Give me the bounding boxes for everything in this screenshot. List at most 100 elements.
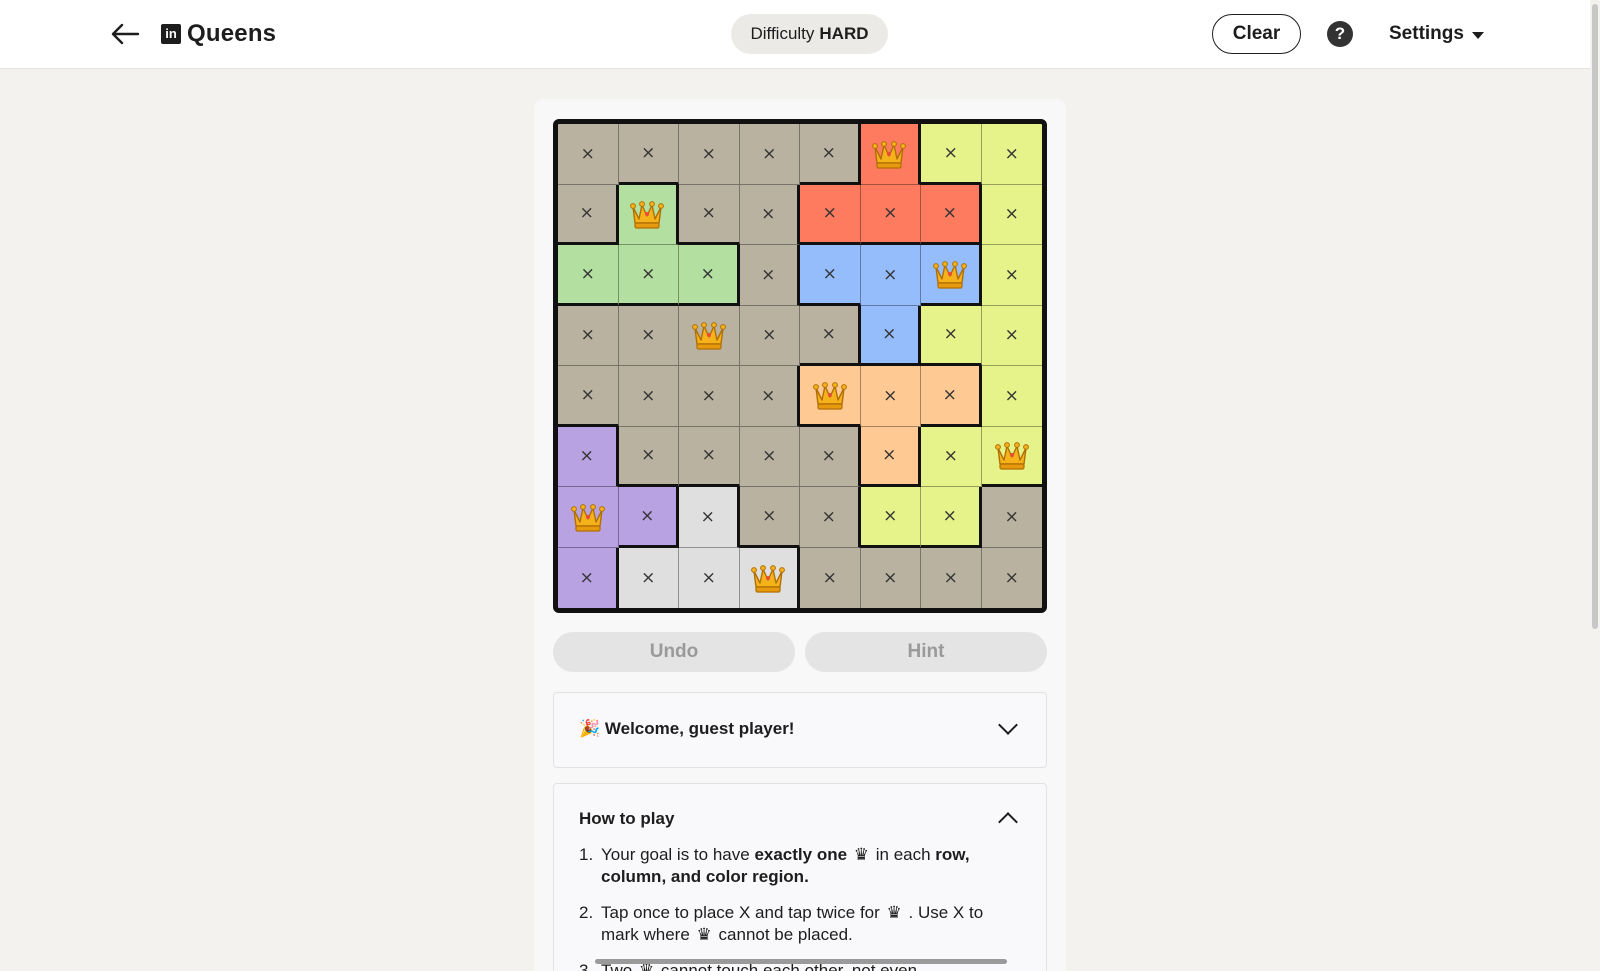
board-cell-r8-c3[interactable]: ×: [679, 547, 740, 608]
board-cell-r3-c2[interactable]: ×: [618, 245, 679, 306]
rules-list: 1. Your goal is to have exactly one ♛ in…: [579, 844, 1006, 971]
how-to-play-card: How to play 1. Your goal is to have exac…: [553, 783, 1047, 971]
board-cell-r6-c5[interactable]: ×: [800, 426, 861, 487]
board-cell-r5-c5[interactable]: [800, 366, 861, 427]
board-cell-r1-c7[interactable]: ×: [921, 124, 982, 185]
board-cell-r5-c4[interactable]: ×: [739, 366, 800, 427]
x-mark: ×: [641, 385, 656, 406]
clear-button[interactable]: Clear: [1212, 14, 1301, 54]
board-cell-r3-c3[interactable]: ×: [679, 245, 740, 306]
crown-icon: [932, 260, 967, 289]
page-scrollbar[interactable]: [1590, 0, 1600, 971]
welcome-title: 🎉 Welcome, guest player!: [579, 719, 795, 738]
board-cell-r4-c5[interactable]: ×: [800, 305, 861, 366]
back-button[interactable]: [108, 18, 142, 50]
board-cell-r5-c3[interactable]: ×: [679, 366, 740, 427]
action-bar: Undo Hint: [553, 632, 1047, 672]
board-cell-r4-c3[interactable]: [679, 305, 740, 366]
scrollbar-thumb[interactable]: [1592, 4, 1598, 629]
board-cell-r8-c1[interactable]: ×: [558, 547, 619, 608]
board-cell-r2-c7[interactable]: ×: [921, 184, 982, 245]
board-cell-r1-c3[interactable]: ×: [679, 124, 740, 185]
board-cell-r1-c8[interactable]: ×: [981, 124, 1042, 185]
board-cell-r5-c2[interactable]: ×: [618, 366, 679, 427]
board-cell-r1-c6[interactable]: [860, 124, 921, 185]
board-cell-r7-c2[interactable]: ×: [618, 487, 679, 548]
top-bar: in Queens Difficulty HARD Clear ? Settin…: [0, 0, 1600, 69]
board-cell-r2-c3[interactable]: ×: [679, 184, 740, 245]
board-cell-r6-c7[interactable]: ×: [921, 426, 982, 487]
board-cell-r7-c1[interactable]: [558, 487, 619, 548]
board-cell-r2-c6[interactable]: ×: [860, 184, 921, 245]
board-cell-r4-c2[interactable]: ×: [618, 305, 679, 366]
board-cell-r4-c1[interactable]: ×: [558, 305, 619, 366]
board-cell-r5-c7[interactable]: ×: [921, 366, 982, 427]
board-cell-r4-c8[interactable]: ×: [981, 305, 1042, 366]
board-cell-r5-c6[interactable]: ×: [860, 366, 921, 427]
board-cell-r2-c1[interactable]: ×: [558, 184, 619, 245]
board-cell-r6-c8[interactable]: [981, 426, 1042, 487]
board-cell-r7-c7[interactable]: ×: [921, 487, 982, 548]
question-circle-icon[interactable]: ?: [1327, 21, 1353, 47]
rule-item: 2. Tap once to place X and tap twice for…: [579, 903, 984, 945]
board-cell-r1-c4[interactable]: ×: [739, 124, 800, 185]
board-cell-r2-c2[interactable]: [618, 184, 679, 245]
board-cell-r1-c1[interactable]: ×: [558, 124, 619, 185]
board-cell-r8-c8[interactable]: ×: [981, 547, 1042, 608]
board-cell-r5-c8[interactable]: ×: [981, 366, 1042, 427]
x-mark: ×: [762, 325, 777, 346]
board-cell-r6-c4[interactable]: ×: [739, 426, 800, 487]
board-cell-r7-c5[interactable]: ×: [800, 487, 861, 548]
undo-button[interactable]: Undo: [553, 632, 795, 672]
x-mark: ×: [1004, 143, 1019, 164]
board-cell-r1-c2[interactable]: ×: [618, 124, 679, 185]
board-cell-r8-c6[interactable]: ×: [860, 547, 921, 608]
board-cell-r3-c7[interactable]: [921, 245, 982, 306]
board-cell-r7-c8[interactable]: ×: [981, 487, 1042, 548]
x-mark: ×: [883, 567, 898, 588]
linkedin-logo-icon: in: [161, 24, 181, 44]
board-cell-r6-c1[interactable]: ×: [558, 426, 619, 487]
x-mark: ×: [942, 203, 957, 224]
board-cell-r4-c7[interactable]: ×: [921, 305, 982, 366]
board-cell-r8-c5[interactable]: ×: [800, 547, 861, 608]
queen-icon: ♛: [853, 845, 870, 865]
board-cell-r2-c4[interactable]: ×: [739, 184, 800, 245]
x-mark: ×: [579, 203, 594, 224]
board-cell-r7-c4[interactable]: ×: [739, 487, 800, 548]
board-cell-r3-c8[interactable]: ×: [981, 245, 1042, 306]
horizontal-scrollbar[interactable]: [595, 959, 1007, 964]
hint-button[interactable]: Hint: [805, 632, 1047, 672]
board-cell-r6-c2[interactable]: ×: [618, 426, 679, 487]
board-cell-r4-c6[interactable]: ×: [860, 305, 921, 366]
board-cell-r4-c4[interactable]: ×: [739, 305, 800, 366]
board-cell-r3-c5[interactable]: ×: [800, 245, 861, 306]
welcome-header[interactable]: 🎉 Welcome, guest player!: [579, 715, 1021, 739]
x-mark: ×: [1004, 325, 1019, 346]
board-cell-r6-c3[interactable]: ×: [679, 426, 740, 487]
board-cell-r3-c6[interactable]: ×: [860, 245, 921, 306]
board-cell-r2-c5[interactable]: ×: [800, 184, 861, 245]
x-mark: ×: [1004, 264, 1019, 285]
board-cell-r3-c4[interactable]: ×: [739, 245, 800, 306]
board-cell-r2-c8[interactable]: ×: [981, 184, 1042, 245]
board-cell-r3-c1[interactable]: ×: [558, 245, 619, 306]
x-mark: ×: [883, 505, 898, 526]
board-cell-r7-c3[interactable]: ×: [679, 487, 740, 548]
x-mark: ×: [883, 203, 898, 224]
board-cell-r8-c7[interactable]: ×: [921, 547, 982, 608]
x-mark: ×: [701, 445, 716, 466]
board-cell-r6-c6[interactable]: ×: [860, 426, 921, 487]
how-to-play-header[interactable]: How to play: [579, 809, 1021, 832]
welcome-card: 🎉 Welcome, guest player!: [553, 692, 1047, 768]
x-mark: ×: [943, 142, 958, 163]
x-mark: ×: [700, 263, 715, 284]
x-mark: ×: [761, 264, 776, 285]
settings-dropdown[interactable]: Settings: [1389, 18, 1484, 50]
page-title: Queens: [187, 20, 277, 47]
board-cell-r5-c1[interactable]: ×: [558, 366, 619, 427]
board-cell-r8-c2[interactable]: ×: [618, 547, 679, 608]
board-cell-r8-c4[interactable]: [739, 547, 800, 608]
board-cell-r1-c5[interactable]: ×: [800, 124, 861, 185]
board-cell-r7-c6[interactable]: ×: [860, 487, 921, 548]
